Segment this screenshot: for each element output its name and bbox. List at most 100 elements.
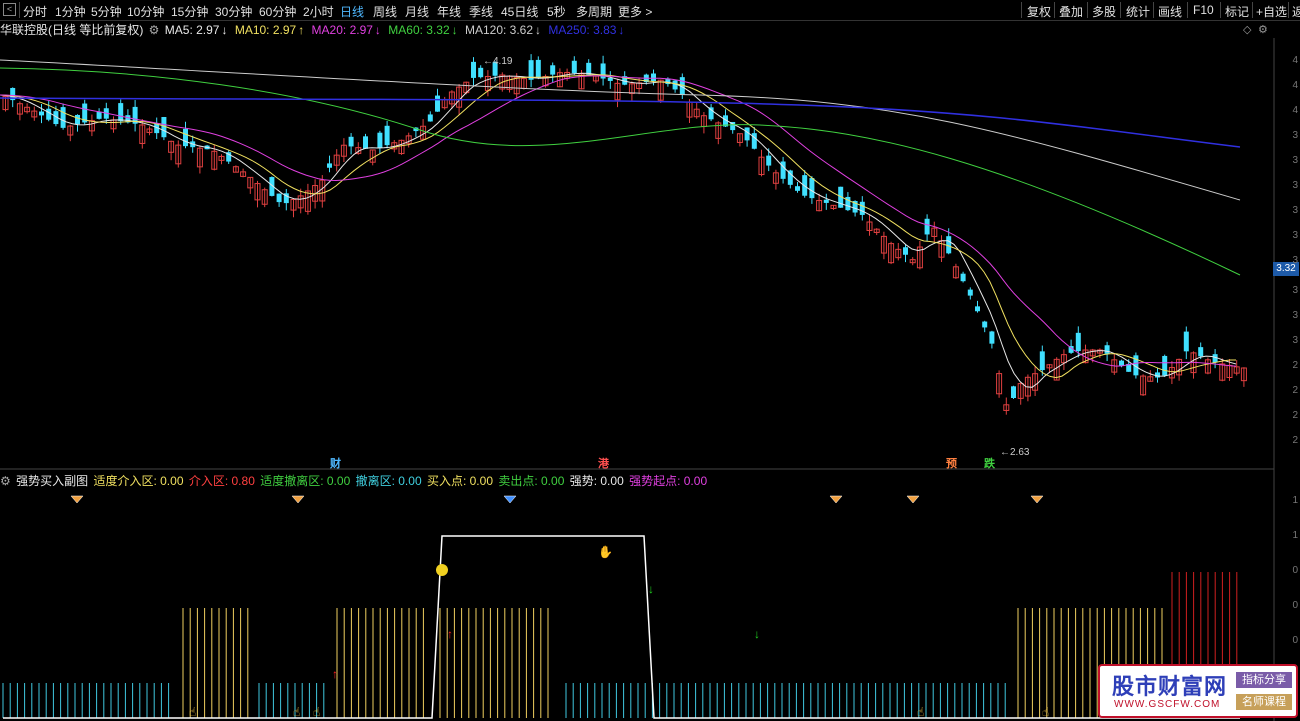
- diamond-icon: [503, 495, 517, 504]
- ma250-value: MA250: 3.83: [548, 23, 617, 37]
- sub-indicator-name: 强势买入副图: [16, 474, 89, 488]
- candle-down: [1104, 345, 1110, 354]
- candle-down: [478, 67, 484, 78]
- ma120-legend: MA120: 3.62 ↓: [465, 23, 543, 37]
- candle-down: [1162, 355, 1168, 376]
- price-axis-tick: 3: [1292, 230, 1298, 241]
- ma20-line: [0, 75, 1237, 367]
- price-axis-tick: 4: [1292, 80, 1298, 91]
- candle-down: [276, 193, 282, 203]
- candle-down: [982, 321, 988, 328]
- candle-down: [960, 273, 966, 282]
- candle-down: [903, 247, 908, 255]
- sub-legend: ⚙ 强势买入副图 适度介入区: 0.00 介入区: 0.80 适度撤离区: 0.…: [0, 472, 709, 488]
- candle-down: [1075, 332, 1081, 352]
- candle-down: [1155, 372, 1160, 378]
- candle-down: [989, 331, 995, 344]
- candle-down: [550, 65, 556, 75]
- candle-down: [823, 199, 829, 203]
- low-price-label: ←2.63: [1000, 447, 1030, 458]
- diamond-icon: [906, 495, 920, 504]
- ma10-value: MA10: 2.97: [234, 23, 297, 37]
- sub-axis-tick: 0: [1292, 565, 1298, 576]
- diamond-icon: [70, 495, 84, 504]
- price-axis-tick: 4: [1292, 55, 1298, 66]
- candle-down: [744, 127, 750, 141]
- price-axis-tick: 2: [1292, 360, 1298, 371]
- ma250-legend: MA250: 3.83 ↓: [548, 23, 626, 37]
- watermark-logo: 股市财富网 WWW.GSCFW.COM 指标分享 名师课程: [1098, 664, 1298, 718]
- sub-legend-item: 强势: 0.00: [569, 474, 624, 488]
- sell-arrow-icon: ↓: [754, 627, 760, 641]
- candle-down: [46, 108, 52, 120]
- kline-chart[interactable]: ◇ ⚙ ←4.19 ←2.63 财 港 预 跌 ↑ ↑ ↓ ↓ ✋ ☝ ☝ ☝ ☝ ☝: [0, 0, 1300, 721]
- hand-icon: ✋: [598, 545, 613, 559]
- price-axis-tick: 2: [1292, 385, 1298, 396]
- ma120-arrow-icon: ↓: [535, 23, 542, 37]
- candle-down: [924, 218, 930, 235]
- gear-icon: ⚙: [1258, 24, 1268, 36]
- candle-down: [1198, 347, 1204, 357]
- candle-down: [795, 186, 800, 191]
- buy-arrow-icon: ↑: [447, 627, 453, 641]
- smiley-icon: [436, 564, 448, 576]
- price-axis-tick: 3: [1292, 310, 1298, 321]
- candle-down: [967, 289, 973, 296]
- hand-pointer-icon: ☝: [1042, 705, 1049, 719]
- sub-legend-item: 适度介入区: 0.00: [93, 474, 184, 488]
- sub-legend-item: 强势起点: 0.00: [629, 474, 708, 488]
- candle-down: [39, 111, 44, 116]
- settings-icon[interactable]: ⚙: [149, 23, 160, 37]
- logo-tag-share: 指标分享: [1236, 672, 1292, 688]
- event-marker: 预: [946, 456, 957, 470]
- candle-down: [363, 136, 368, 149]
- candle-down: [766, 155, 772, 166]
- price-axis-tick: 2: [1292, 435, 1298, 446]
- candle-down: [427, 114, 433, 122]
- sub-legend-item: 适度撤离区: 0.00: [260, 474, 351, 488]
- diamond-icon: [291, 495, 305, 504]
- ma5-legend: MA5: 2.97 ↓: [165, 23, 230, 37]
- sub-legend-item: 卖出点: 0.00: [498, 474, 565, 488]
- candle-down: [586, 62, 592, 75]
- candle-down: [651, 73, 656, 82]
- price-axis-tick: 3: [1292, 335, 1298, 346]
- sell-arrow-icon: ↓: [648, 582, 654, 596]
- sub-legend-item: 介入区: 0.80: [188, 474, 255, 488]
- stock-name-label: 华联控股(日线 等比前复权): [0, 23, 144, 37]
- ma60-arrow-icon: ↓: [451, 23, 458, 37]
- sub-axis-tick: 1: [1292, 530, 1298, 541]
- ma120-value: MA120: 3.62: [464, 23, 534, 37]
- hand-pointer-icon: ☝: [293, 705, 300, 719]
- diamond-icon: [1030, 495, 1044, 504]
- candle-down: [384, 125, 390, 146]
- candle-down: [607, 77, 613, 81]
- sub-legend-item: 买入点: 0.00: [426, 474, 493, 488]
- hand-pointer-icon: ☝: [189, 705, 196, 719]
- price-axis-tick: 3: [1292, 285, 1298, 296]
- price-axis-tick: 3: [1292, 180, 1298, 191]
- price-axis-tick: 3: [1292, 255, 1298, 266]
- candle-down: [118, 103, 124, 122]
- event-marker: 港: [598, 456, 610, 470]
- ma250-arrow-icon: ↓: [618, 23, 625, 37]
- ma5-line: [0, 72, 1237, 388]
- candle-down: [327, 163, 332, 168]
- candle-down: [471, 61, 476, 78]
- candle-down: [1183, 331, 1189, 352]
- ma5-arrow-icon: ↓: [221, 23, 228, 37]
- sub-legend-item: 撤离区: 0.00: [355, 474, 422, 488]
- buy-arrow-icon: ↑: [332, 667, 338, 681]
- price-axis-tick: 4: [1292, 105, 1298, 116]
- candle-down: [377, 132, 383, 148]
- event-marker: 财: [329, 456, 341, 470]
- sub-settings-icon[interactable]: ⚙: [0, 474, 11, 488]
- candle-down: [75, 114, 80, 125]
- sub-axis-tick: 1: [1292, 495, 1298, 506]
- candle-down: [1011, 386, 1016, 398]
- candle-down: [96, 111, 102, 119]
- ma60-value: MA60: 3.32: [388, 23, 450, 37]
- ma10-arrow-icon: ↑: [298, 23, 305, 37]
- main-legend: 华联控股(日线 等比前复权) ⚙ MA5: 2.97 ↓ MA10: 2.97 ↑ …: [0, 21, 628, 37]
- event-marker: 跌: [984, 456, 996, 470]
